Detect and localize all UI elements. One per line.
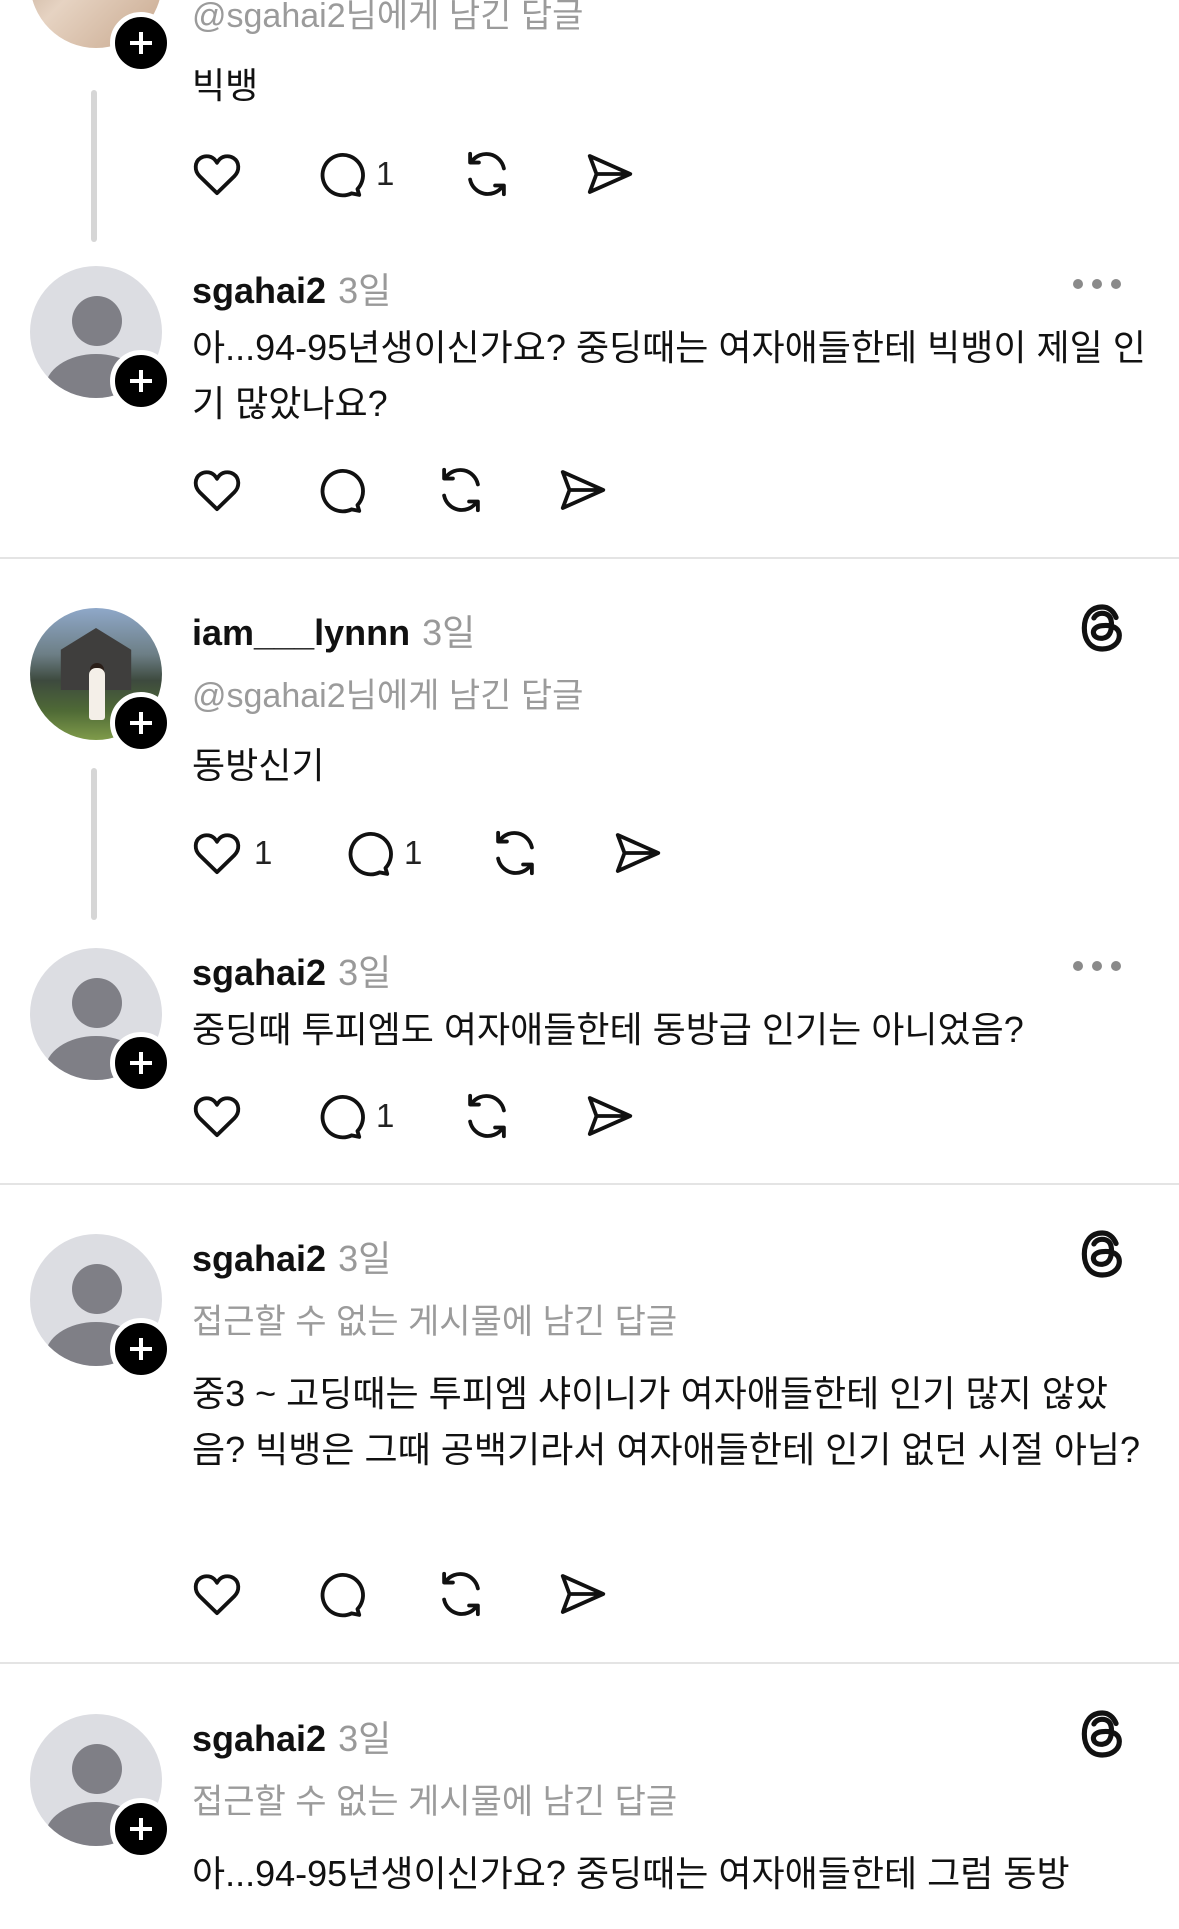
share-button[interactable] — [611, 825, 665, 881]
repost-icon — [434, 463, 488, 517]
share-button[interactable] — [556, 462, 610, 518]
username[interactable]: iam___lynnn — [192, 612, 410, 653]
divider — [0, 1183, 1179, 1185]
post-text: 아...94-95년생이신가요? 중딩때는 여자애들한테 그럼 동방 — [192, 1853, 1070, 1894]
heart-icon — [190, 1089, 244, 1143]
more-dots-icon[interactable] — [1073, 960, 1121, 972]
heart-icon — [190, 1567, 244, 1621]
username[interactable]: sgahai2 — [192, 1238, 326, 1279]
follow-plus-icon[interactable] — [110, 12, 172, 74]
threads-logo-icon[interactable] — [1075, 1226, 1131, 1282]
reply-context: @sgahai2님에게 남긴 답글 — [192, 0, 584, 35]
like-button[interactable] — [190, 146, 244, 202]
comment-button[interactable]: 1 — [312, 1088, 394, 1144]
comment-button[interactable]: 1 — [340, 825, 422, 881]
comment-button[interactable]: 1 — [312, 146, 394, 202]
heart-icon — [190, 826, 244, 880]
threads-logo-icon[interactable] — [1075, 1706, 1131, 1762]
more-dots-icon[interactable] — [1073, 278, 1121, 290]
like-button[interactable] — [190, 462, 244, 518]
comment-button[interactable] — [312, 1566, 366, 1622]
post-author[interactable]: iam___lynnn 3일 — [192, 604, 475, 656]
comment-bubble-icon — [312, 1089, 366, 1143]
repost-icon — [460, 1089, 514, 1143]
comment-bubble-icon — [312, 463, 366, 517]
comment-bubble-icon — [340, 826, 394, 880]
divider — [0, 1662, 1179, 1664]
reply-context[interactable]: 접근할 수 없는 게시물에 남긴 답글 — [192, 1294, 677, 1343]
repost-button[interactable] — [434, 462, 488, 518]
send-icon — [556, 1567, 610, 1621]
post-text: 동방신기 — [192, 745, 325, 786]
share-button[interactable] — [583, 146, 637, 202]
follow-plus-icon[interactable] — [110, 1318, 172, 1380]
post-author[interactable]: sgahai2 3일 — [192, 1710, 391, 1762]
timestamp: 3일 — [338, 1718, 392, 1759]
like-button[interactable] — [190, 1566, 244, 1622]
share-button[interactable] — [556, 1566, 610, 1622]
post-text: 중3 ~ 고딩때는 투피엠 샤이니가 여자애들한테 인기 많지 않았음? 빅뱅은… — [192, 1373, 1141, 1470]
post-author[interactable]: sgahai2 3일 — [192, 944, 391, 996]
reply-context[interactable]: @sgahai2님에게 남긴 답글 — [192, 668, 583, 717]
send-icon — [556, 463, 610, 517]
send-icon — [583, 1089, 637, 1143]
like-count: 1 — [254, 834, 273, 871]
repost-button[interactable] — [434, 1566, 488, 1622]
like-button[interactable] — [190, 1088, 244, 1144]
follow-plus-icon[interactable] — [110, 1798, 172, 1860]
send-icon — [583, 147, 637, 201]
timestamp: 3일 — [338, 270, 392, 311]
threads-page: @sgahai2님에게 남긴 답글 빅뱅 1 sgahai2 3일 아...94-… — [0, 0, 1179, 1929]
share-button[interactable] — [583, 1088, 637, 1144]
follow-plus-icon[interactable] — [110, 692, 172, 754]
repost-button[interactable] — [460, 146, 514, 202]
comment-bubble-icon — [312, 1567, 366, 1621]
post-text: 중딩때 투피엠도 여자애들한테 동방급 인기는 아니었음? — [192, 1009, 1024, 1050]
thread-line — [91, 90, 97, 242]
repost-icon — [460, 147, 514, 201]
post-author[interactable]: sgahai2 3일 — [192, 1230, 391, 1282]
post-text: 빅뱅 — [192, 65, 259, 106]
comment-count: 1 — [376, 1097, 395, 1134]
follow-plus-icon[interactable] — [110, 350, 172, 412]
reply-context[interactable]: 접근할 수 없는 게시물에 남긴 답글 — [192, 1774, 677, 1823]
heart-icon — [190, 463, 244, 517]
repost-button[interactable] — [488, 825, 542, 881]
post-text: 아...94-95년생이신가요? 중딩때는 여자애들한테 빅뱅이 제일 인기 많… — [192, 327, 1146, 424]
comment-bubble-icon — [312, 147, 366, 201]
follow-plus-icon[interactable] — [110, 1032, 172, 1094]
repost-icon — [488, 826, 542, 880]
timestamp: 3일 — [338, 952, 392, 993]
like-button[interactable]: 1 — [190, 825, 272, 881]
comment-count: 1 — [376, 155, 395, 192]
username[interactable]: sgahai2 — [192, 1718, 326, 1759]
repost-button[interactable] — [460, 1088, 514, 1144]
threads-logo-icon[interactable] — [1075, 600, 1131, 656]
timestamp: 3일 — [338, 1238, 392, 1279]
comment-button[interactable] — [312, 462, 366, 518]
timestamp: 3일 — [422, 612, 476, 653]
username[interactable]: sgahai2 — [192, 952, 326, 993]
username[interactable]: sgahai2 — [192, 270, 326, 311]
thread-line — [91, 768, 97, 920]
post-author[interactable]: sgahai2 3일 — [192, 262, 391, 314]
comment-count: 1 — [404, 834, 423, 871]
send-icon — [611, 826, 665, 880]
divider — [0, 557, 1179, 559]
repost-icon — [434, 1567, 488, 1621]
heart-icon — [190, 147, 244, 201]
